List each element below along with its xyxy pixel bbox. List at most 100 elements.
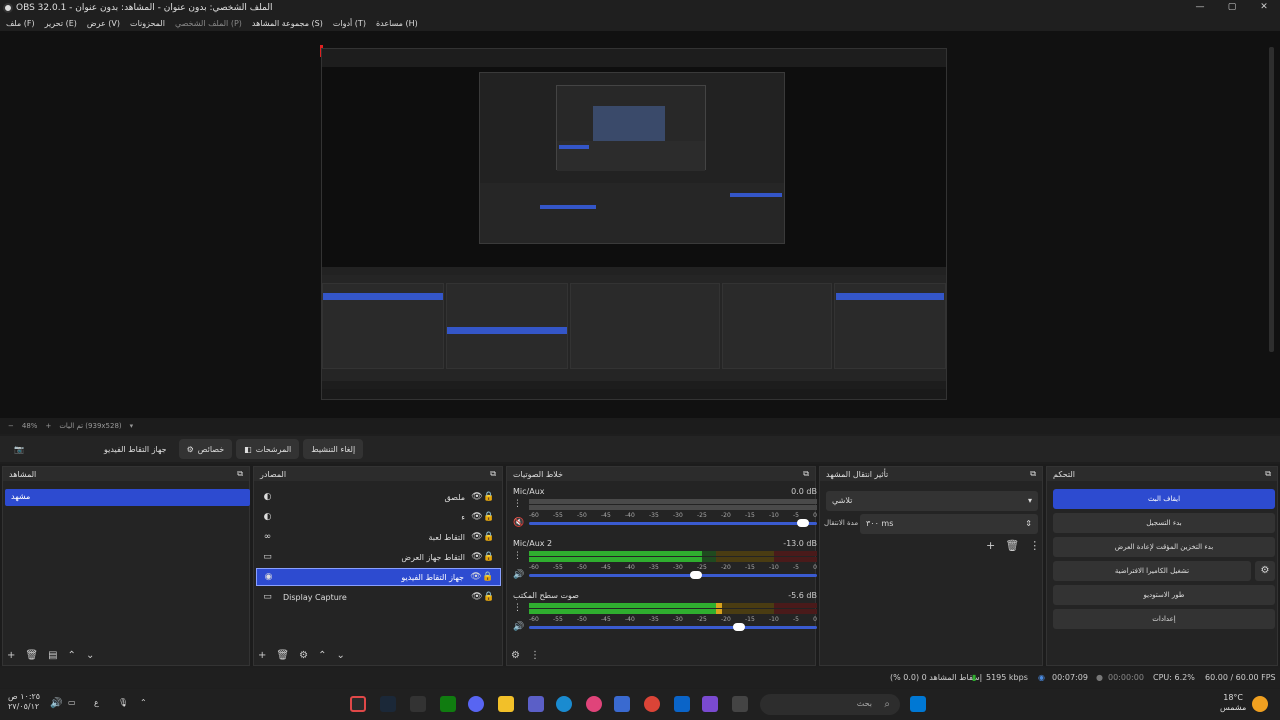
duration-spinbox[interactable]: ٣٠٠ ms ⇕ bbox=[860, 514, 1038, 534]
discord-icon[interactable] bbox=[468, 696, 484, 712]
weather[interactable]: 18°C مشمس bbox=[1220, 693, 1246, 713]
visibility-eye-icon[interactable]: 👁 bbox=[471, 492, 483, 502]
menu-view[interactable]: عرض (V) bbox=[87, 19, 120, 28]
minimize-button[interactable]: — bbox=[1184, 0, 1216, 14]
scene-up-button[interactable]: ⌃ bbox=[68, 650, 76, 661]
source-item[interactable]: ▭ التقاط جهاز العرض 👁 🔒 bbox=[256, 548, 501, 566]
chrome-icon[interactable] bbox=[644, 696, 660, 712]
visibility-eye-icon[interactable]: 👁 bbox=[471, 532, 483, 542]
undock-icon[interactable]: ⧉ bbox=[803, 469, 809, 479]
obs-taskbar-icon[interactable] bbox=[350, 696, 366, 712]
mixer-settings-icon[interactable]: ⚙ bbox=[511, 650, 520, 661]
remove-scene-button[interactable]: 🗑 bbox=[25, 650, 38, 661]
volume-slider[interactable] bbox=[529, 519, 817, 527]
outlook-icon[interactable] bbox=[674, 696, 690, 712]
menu-profile[interactable]: الملف الشخصي (P) bbox=[175, 19, 242, 28]
display-icon[interactable]: ▭ bbox=[68, 698, 76, 707]
zoom-dropdown-icon[interactable]: ▾ bbox=[130, 422, 134, 430]
undock-icon[interactable]: ⧉ bbox=[237, 469, 243, 479]
source-item[interactable]: ◐ ء 👁 🔒 bbox=[256, 508, 501, 526]
steam-icon[interactable] bbox=[380, 696, 396, 712]
zoom-out-button[interactable]: − bbox=[8, 422, 14, 430]
chevron-up-icon[interactable]: ⌃ bbox=[140, 698, 147, 707]
language-indicator[interactable]: ع bbox=[94, 698, 99, 707]
source-item[interactable]: ◐ ملصق 👁 🔒 bbox=[256, 488, 501, 506]
preview-canvas[interactable] bbox=[0, 31, 1280, 429]
menu-scene-collection[interactable]: مجموعة المشاهد (S) bbox=[252, 19, 323, 28]
lock-icon[interactable]: 🔒 bbox=[483, 532, 495, 542]
lock-icon[interactable]: 🔒 bbox=[483, 492, 495, 502]
add-transition-button[interactable]: + bbox=[986, 539, 995, 552]
settings-button[interactable]: إعدادات bbox=[1053, 609, 1275, 629]
visibility-eye-icon[interactable]: 👁 bbox=[470, 572, 482, 582]
scene-filters-button[interactable]: ▤ bbox=[48, 650, 57, 661]
track-menu-icon[interactable]: ⋮ bbox=[513, 603, 522, 613]
lock-icon[interactable]: 🔒 bbox=[482, 572, 494, 582]
close-button[interactable]: ✕ bbox=[1248, 0, 1280, 14]
teams-icon[interactable] bbox=[528, 696, 544, 712]
undock-icon[interactable]: ⧉ bbox=[490, 469, 496, 479]
visibility-eye-icon[interactable]: 👁 bbox=[471, 592, 483, 602]
undock-icon[interactable]: ⧉ bbox=[1265, 469, 1271, 479]
lock-icon[interactable]: 🔒 bbox=[483, 592, 495, 602]
track-menu-icon[interactable]: ⋮ bbox=[513, 499, 522, 509]
properties-button[interactable]: ⚙ خصائص bbox=[178, 439, 233, 459]
volume-icon[interactable]: 🔊 bbox=[50, 698, 62, 709]
volume-slider-handle[interactable] bbox=[796, 519, 809, 527]
copilot-icon[interactable] bbox=[702, 696, 718, 712]
start-recording-button[interactable]: بدء التسجيل bbox=[1053, 513, 1275, 533]
speaker-icon[interactable]: 🔊 bbox=[513, 570, 524, 580]
xbox-icon[interactable] bbox=[440, 696, 456, 712]
source-properties-button[interactable]: ⚙ bbox=[299, 650, 308, 661]
muted-speaker-icon[interactable]: 🔇 bbox=[513, 518, 524, 528]
menu-edit[interactable]: تحرير (E) bbox=[45, 19, 77, 28]
source-item[interactable]: ▭ Display Capture 👁 🔒 bbox=[256, 588, 501, 606]
preview-vertical-scrollbar[interactable] bbox=[1269, 47, 1274, 352]
transition-menu-button[interactable]: ⋮ bbox=[1029, 539, 1040, 552]
filters-button[interactable]: ◧ المرشحات bbox=[236, 439, 300, 459]
scene-item[interactable]: مشهد bbox=[5, 489, 250, 506]
volume-slider-handle[interactable] bbox=[733, 623, 746, 631]
track-menu-icon[interactable]: ⋮ bbox=[513, 551, 522, 561]
source-down-button[interactable]: ⌄ bbox=[336, 650, 344, 661]
clock[interactable]: ١٠:٢٥ ص ٢٧/٠٥/١٢ bbox=[8, 692, 40, 712]
mixer-menu-icon[interactable]: ⋮ bbox=[530, 650, 540, 661]
zoom-in-button[interactable]: + bbox=[45, 422, 51, 430]
add-source-button[interactable]: + bbox=[258, 650, 266, 661]
visibility-eye-icon[interactable]: 👁 bbox=[471, 552, 483, 562]
stop-streaming-button[interactable]: ايقاف البث bbox=[1053, 489, 1275, 509]
lock-icon[interactable]: 🔒 bbox=[483, 552, 495, 562]
epic-games-icon[interactable] bbox=[410, 696, 426, 712]
file-explorer-icon[interactable] bbox=[498, 696, 514, 712]
source-item[interactable]: ∞ التقاط لعبة 👁 🔒 bbox=[256, 528, 501, 546]
virtual-camera-gear-icon[interactable]: ⚙ bbox=[1255, 561, 1275, 581]
app-window-icon[interactable] bbox=[732, 696, 748, 712]
remove-transition-button[interactable]: 🗑 bbox=[1005, 539, 1019, 552]
studio-mode-button[interactable]: طور الاستوديو bbox=[1053, 585, 1275, 605]
source-item-selected[interactable]: ◉ جهاز التقاط الفيديو 👁 🔒 bbox=[256, 568, 501, 586]
scene-down-button[interactable]: ⌄ bbox=[86, 650, 94, 661]
start-virtual-camera-button[interactable]: تشغيل الكاميرا الافتراضية bbox=[1053, 561, 1251, 581]
volume-slider[interactable] bbox=[529, 571, 817, 579]
start-replay-buffer-button[interactable]: بدء التخزين المؤقت لإعادة العرض bbox=[1053, 537, 1275, 557]
store-icon[interactable] bbox=[614, 696, 630, 712]
undock-icon[interactable]: ⧉ bbox=[1030, 469, 1036, 479]
taskbar-search[interactable]: ⌕ بحث bbox=[760, 694, 900, 715]
visibility-eye-icon[interactable]: 👁 bbox=[471, 512, 483, 522]
maximize-button[interactable]: ▢ bbox=[1216, 0, 1248, 14]
menu-tools[interactable]: أدوات (T) bbox=[333, 19, 366, 28]
lock-icon[interactable]: 🔒 bbox=[483, 512, 495, 522]
menu-docks[interactable]: المحزونات bbox=[130, 19, 165, 28]
add-scene-button[interactable]: + bbox=[7, 650, 15, 661]
remove-source-button[interactable]: 🗑 bbox=[276, 650, 289, 661]
source-up-button[interactable]: ⌃ bbox=[318, 650, 326, 661]
deactivate-button[interactable]: إلغاء التنشيط bbox=[303, 439, 364, 459]
speaker-icon[interactable]: 🔊 bbox=[513, 622, 524, 632]
music-icon[interactable] bbox=[586, 696, 602, 712]
volume-slider[interactable] bbox=[529, 623, 817, 631]
menu-file[interactable]: ملف (F) bbox=[6, 19, 35, 28]
volume-slider-handle[interactable] bbox=[690, 571, 703, 579]
windows-start-icon[interactable] bbox=[910, 696, 926, 712]
edge-icon[interactable] bbox=[556, 696, 572, 712]
microphone-icon[interactable]: 🎙 bbox=[118, 698, 128, 707]
